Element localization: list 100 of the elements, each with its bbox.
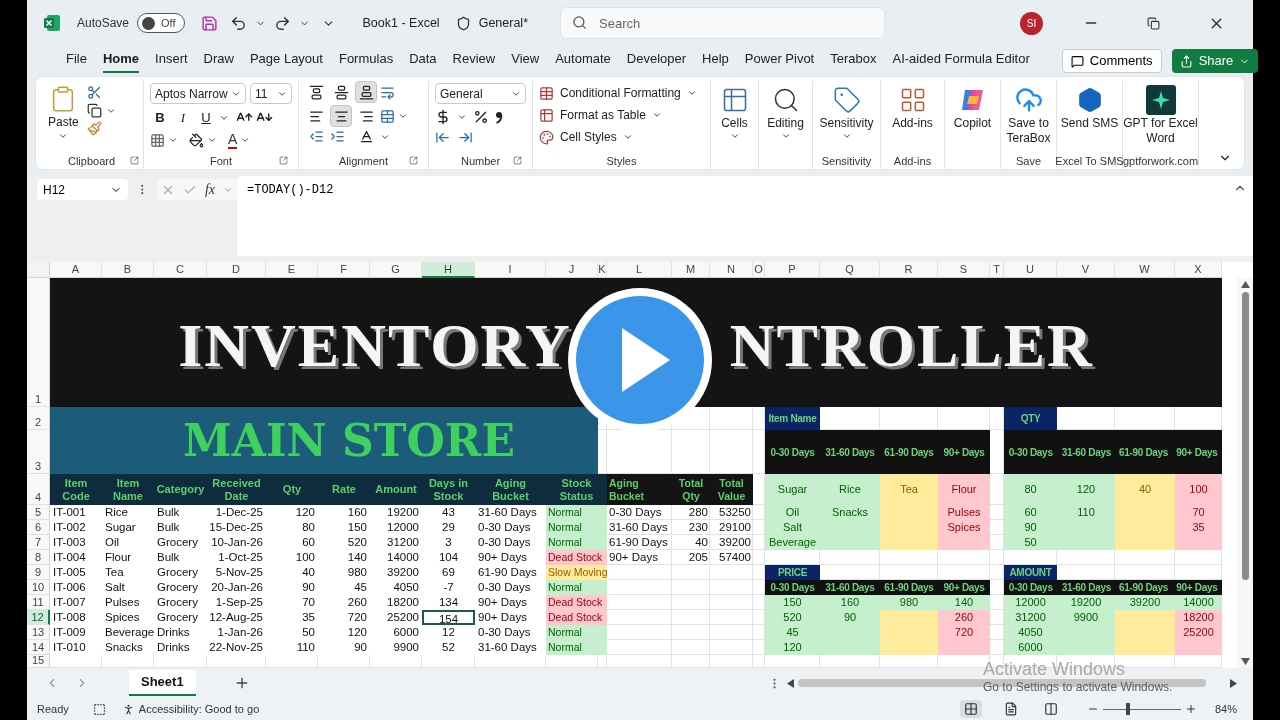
table-cell: Oil — [102, 535, 154, 550]
column-header[interactable]: X — [1175, 262, 1222, 278]
comments-button[interactable]: Comments — [1061, 49, 1162, 73]
sheet-tab[interactable]: Sheet1 — [129, 670, 196, 696]
ribbon-tab[interactable]: View — [511, 49, 540, 73]
column-header[interactable]: C — [154, 262, 207, 278]
terabox-button[interactable]: Save to TeraBox — [1001, 81, 1056, 153]
underline-button[interactable]: U — [196, 108, 216, 128]
ribbon-tab[interactable]: Terabox — [830, 49, 877, 73]
table-cell: 260 — [318, 595, 370, 610]
row-header[interactable]: 9 — [27, 565, 50, 580]
row-header[interactable]: 1 — [27, 278, 50, 407]
table-cell: 20-Jan-26 — [207, 580, 266, 595]
sensitivity-button[interactable]: Sensitivity — [813, 81, 880, 153]
row-header[interactable]: 6 — [27, 520, 50, 535]
column-header[interactable]: R — [880, 262, 938, 278]
ribbon-tab[interactable]: Page Layout — [249, 49, 323, 73]
table-cell-text: 230 — [687, 520, 709, 535]
table-cell: IT-009 — [50, 625, 102, 640]
column-header[interactable]: G — [370, 262, 422, 278]
row-header[interactable]: 14 — [27, 640, 50, 655]
ribbon-tab[interactable]: File — [66, 49, 87, 73]
copilot-button[interactable]: Copilot — [945, 81, 1000, 153]
font-size-field[interactable]: 11 — [250, 83, 292, 104]
styles-menu-button[interactable]: Format as Table — [539, 106, 704, 124]
column-header[interactable]: S — [938, 262, 990, 278]
row-header[interactable]: 13 — [27, 625, 50, 640]
table-cell-text: 0-30 Days — [608, 505, 663, 520]
row-header[interactable]: 10 — [27, 580, 50, 595]
column-header[interactable]: T — [990, 262, 1004, 278]
insert-function-button[interactable]: fx — [204, 179, 215, 200]
table-cell: 160 — [820, 595, 880, 610]
table-cell: Spices — [102, 610, 154, 625]
column-header[interactable]: B — [102, 262, 154, 278]
editing-button[interactable]: Editing — [759, 81, 812, 153]
table-cell: -7 — [422, 580, 475, 595]
column-header[interactable]: N — [710, 262, 753, 278]
ribbon-tab[interactable]: Help — [702, 49, 729, 73]
column-header[interactable]: W — [1115, 262, 1175, 278]
ribbon-tab[interactable]: Developer — [626, 49, 687, 73]
column-header[interactable]: O — [753, 262, 765, 278]
accessibility-status[interactable]: Accessibility: Good to go — [138, 700, 260, 718]
ribbon-tab[interactable]: AI-aided Formula Editor — [892, 49, 1030, 73]
italic-button[interactable]: I — [173, 108, 193, 128]
row-header[interactable]: 2 — [27, 407, 50, 430]
table-cell: 720 — [318, 610, 370, 625]
table-cell: 134 — [422, 595, 475, 610]
bold-button[interactable]: B — [150, 108, 170, 128]
addins-button[interactable]: Add-ins — [881, 81, 944, 153]
column-header[interactable]: M — [672, 262, 710, 278]
column-header[interactable]: F — [318, 262, 370, 278]
column-header[interactable]: L — [607, 262, 672, 278]
formula-field[interactable]: =TODAY()-D12 — [237, 176, 1253, 256]
row-header[interactable]: 15 — [27, 655, 50, 668]
paste-button[interactable]: Paste — [48, 81, 79, 153]
column-header[interactable]: V — [1057, 262, 1115, 278]
column-header[interactable]: E — [266, 262, 318, 278]
sms-button[interactable]: Send SMS — [1057, 81, 1122, 153]
column-header[interactable]: U — [1004, 262, 1057, 278]
font-color-button[interactable]: A — [228, 131, 238, 149]
ribbon-tab[interactable]: Data — [409, 49, 437, 73]
table-cell: 31200 — [370, 535, 422, 550]
column-header[interactable]: I — [475, 262, 546, 278]
ribbon-tab[interactable]: Automate — [555, 49, 611, 73]
zoom-level[interactable]: 84% — [1214, 700, 1237, 718]
share-button[interactable]: Share — [1171, 49, 1259, 73]
sensitivity-label[interactable]: General* — [478, 13, 528, 33]
cells-button[interactable]: Cells — [711, 81, 758, 153]
gpt-button[interactable]: GPT for Excel Word — [1123, 81, 1198, 153]
ribbon-tab[interactable]: Insert — [155, 49, 188, 73]
table-cell-text: 90+ Days — [608, 550, 659, 565]
row-header[interactable]: 5 — [27, 505, 50, 520]
number-format-field[interactable]: General — [435, 83, 526, 104]
row-header[interactable]: 7 — [27, 535, 50, 550]
styles-menu-button[interactable]: Cell Styles — [539, 128, 704, 146]
user-avatar[interactable]: SI — [1020, 11, 1043, 35]
row-header[interactable]: 12 — [27, 610, 50, 625]
column-header[interactable]: D — [207, 262, 266, 278]
table-cell: 18200 — [1175, 610, 1222, 625]
column-header[interactable]: J — [546, 262, 598, 278]
column-header[interactable]: P — [765, 262, 820, 278]
column-header[interactable]: H — [422, 262, 475, 278]
autosave-toggle[interactable]: Off — [137, 13, 185, 33]
ribbon-tab[interactable]: Draw — [203, 49, 234, 73]
font-family-field[interactable]: Aptos Narrow — [150, 83, 246, 104]
ribbon-tab[interactable]: Review — [452, 49, 496, 73]
styles-menu-button[interactable]: Conditional Formatting — [539, 84, 704, 102]
ribbon-tab[interactable]: Formulas — [338, 49, 394, 73]
column-header[interactable]: Q — [820, 262, 880, 278]
ribbon-tab[interactable]: Power Pivot — [744, 49, 815, 73]
name-box[interactable]: H12 — [37, 179, 129, 200]
table-cell: Grocery — [154, 610, 207, 625]
search-field[interactable]: Search — [560, 7, 885, 39]
column-header[interactable]: A — [50, 262, 102, 278]
column-heading: 90+ Days — [942, 445, 986, 460]
row-header[interactable]: 4 — [27, 474, 50, 505]
row-header[interactable]: 8 — [27, 550, 50, 565]
row-header[interactable]: 3 — [27, 430, 50, 474]
row-header[interactable]: 11 — [27, 595, 50, 610]
ribbon-tab[interactable]: Home — [102, 49, 140, 73]
